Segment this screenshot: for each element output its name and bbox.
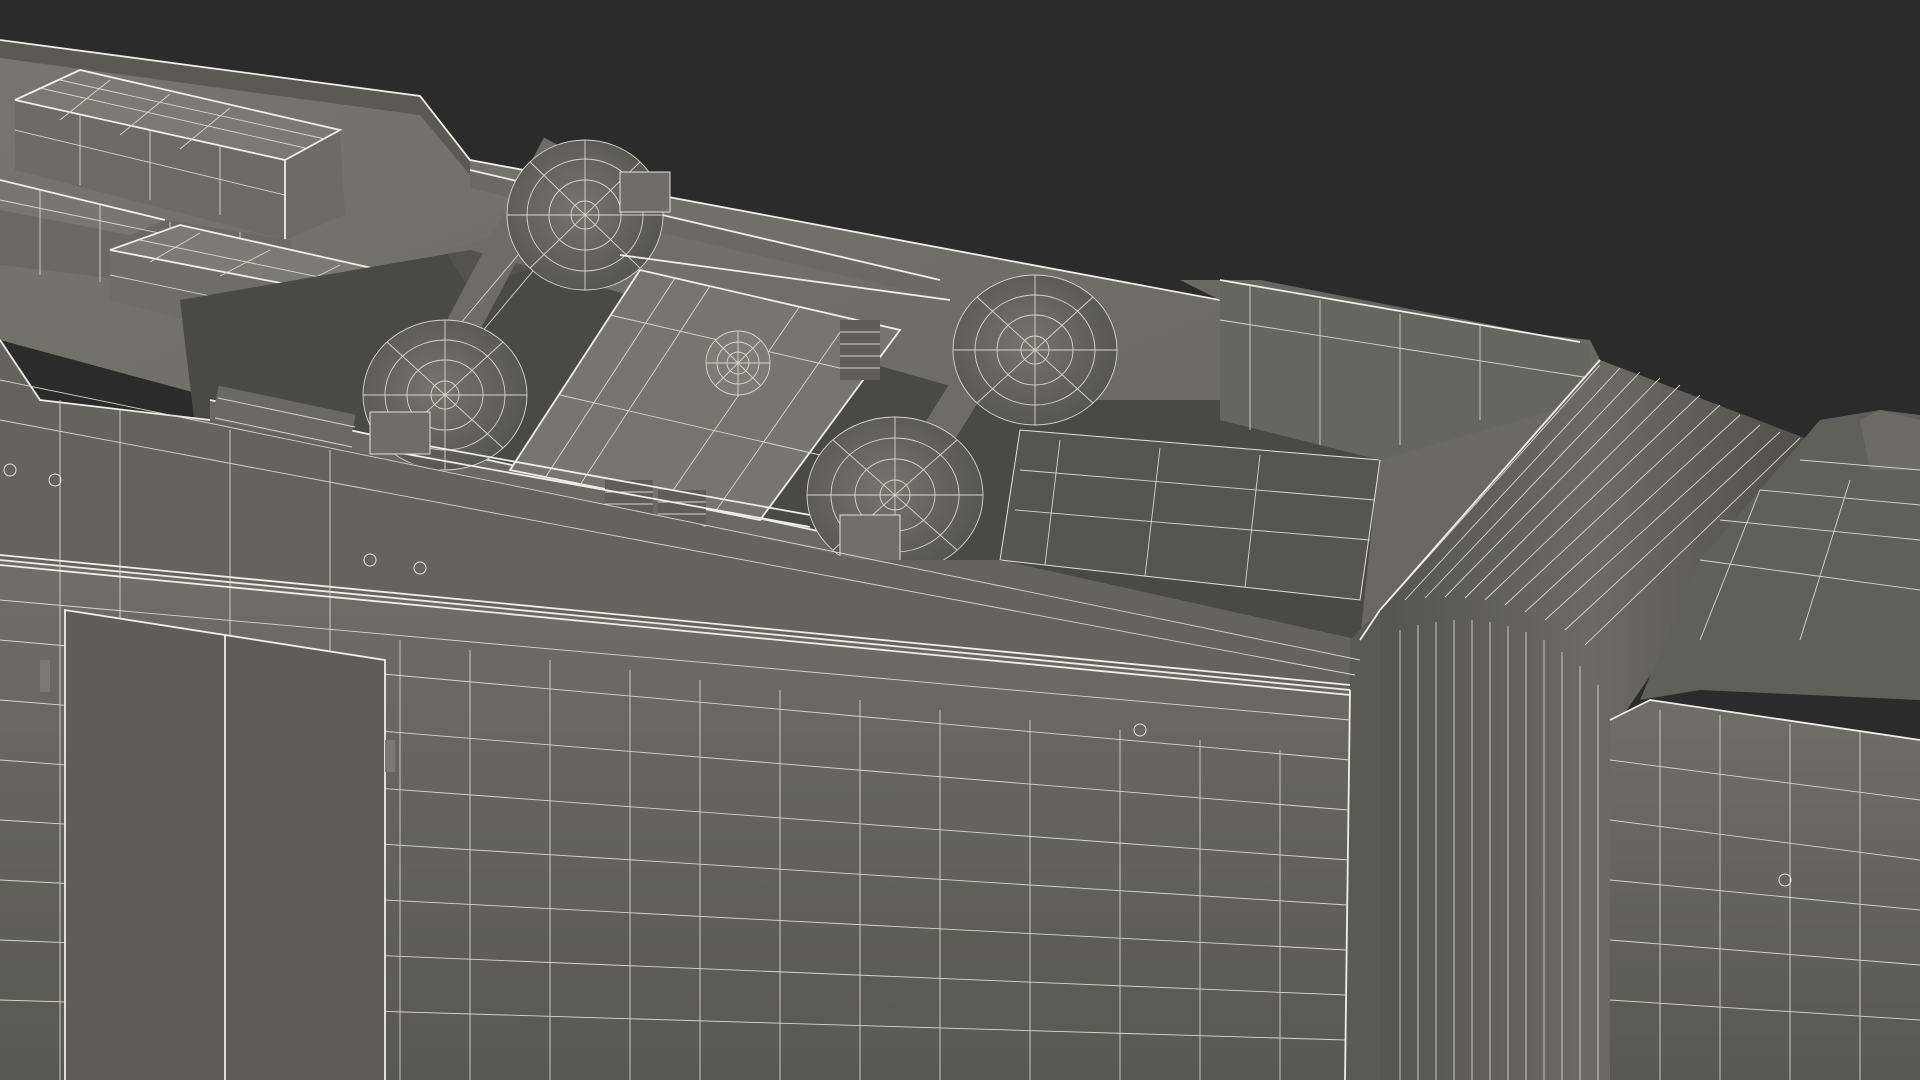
wireframe-viewport bbox=[0, 0, 1920, 1080]
brake-cylinder bbox=[620, 172, 670, 212]
door-handle bbox=[40, 660, 50, 692]
car-door bbox=[40, 608, 395, 1080]
door-handle bbox=[385, 740, 395, 772]
brake-cylinder bbox=[370, 412, 430, 454]
axle-box bbox=[840, 515, 900, 565]
